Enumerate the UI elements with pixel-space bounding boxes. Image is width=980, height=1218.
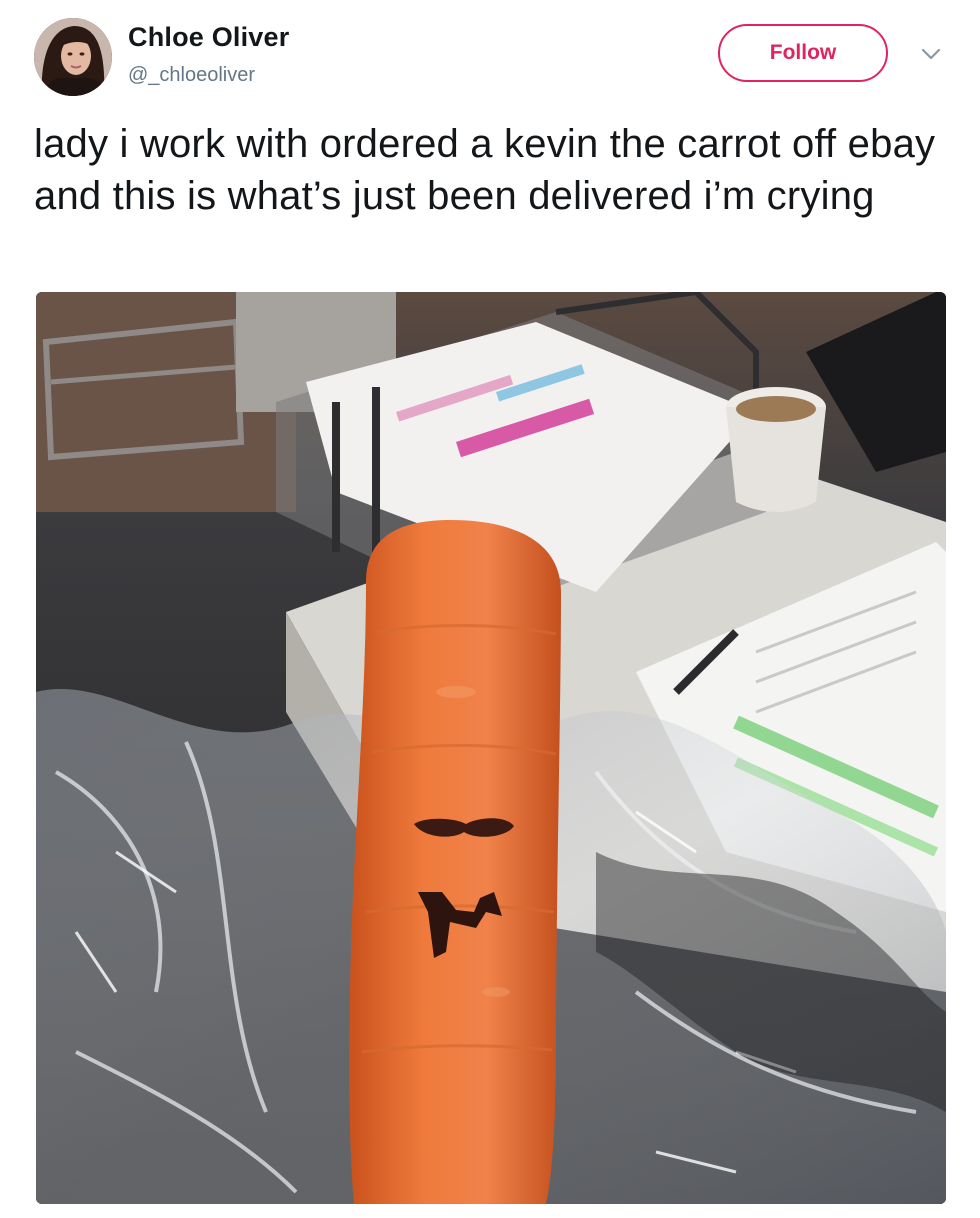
chevron-down-icon[interactable] — [918, 44, 944, 64]
display-name[interactable]: Chloe Oliver — [128, 22, 289, 53]
user-handle[interactable]: @_chloeoliver — [128, 64, 255, 87]
tweet-card: Chloe Oliver @_chloeoliver Follow lady i… — [0, 0, 980, 1218]
avatar[interactable] — [34, 18, 112, 96]
tweet-text: lady i work with ordered a kevin the car… — [34, 122, 936, 218]
follow-button[interactable]: Follow — [718, 24, 888, 82]
tweet-photo[interactable] — [36, 292, 946, 1204]
